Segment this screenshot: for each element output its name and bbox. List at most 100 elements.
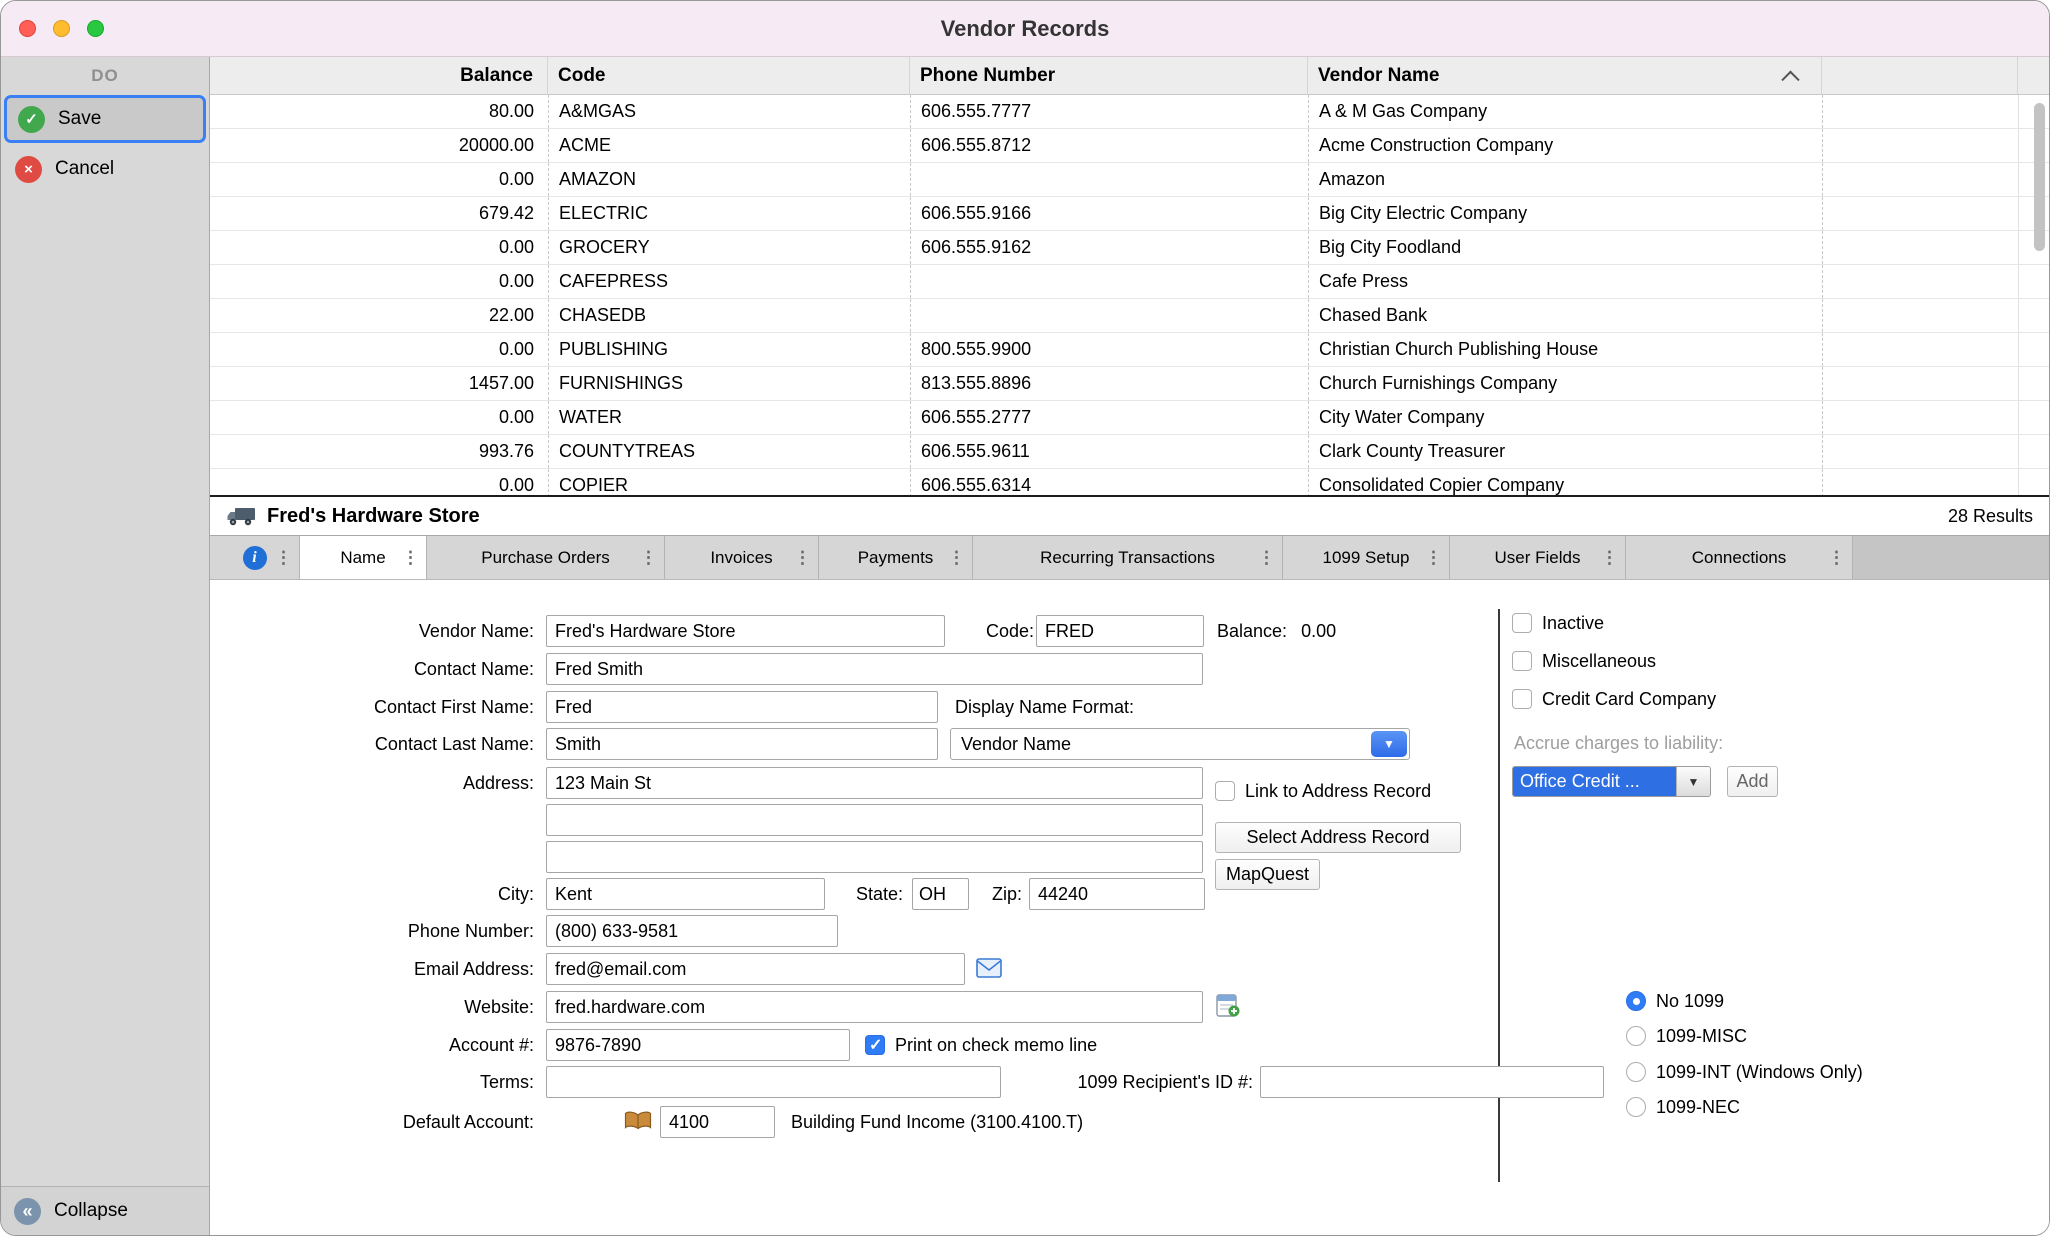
tab-menu-icon[interactable]: ⋮ [1828,548,1845,568]
cell-vendor-name: Amazon [1308,163,1822,196]
vertical-scrollbar-thumb[interactable] [2034,103,2045,251]
radio-1099-nec[interactable]: 1099-NEC [1626,1094,1740,1120]
column-header-phone[interactable]: Phone Number [910,57,1308,94]
cell-empty [1822,265,2018,298]
cell-empty [1822,367,2018,400]
collapse-button[interactable]: « Collapse [1,1186,209,1235]
tab-recurring-transactions[interactable]: Recurring Transactions ⋮ [973,536,1283,579]
minimize-button[interactable] [53,20,70,37]
cell-empty [1822,299,2018,332]
cell-vendor-name: Big City Foodland [1308,231,1822,264]
tab-strip: i ⋮ Name⋮Purchase Orders⋮Invoices⋮Paymen… [210,536,2049,580]
radio-icon [1626,1062,1646,1082]
info-icon: i [243,546,267,570]
cell-gutter [2018,401,2049,434]
tab-user-fields[interactable]: User Fields ⋮ [1450,536,1626,579]
results-count: 28 Results [1948,506,2033,527]
cell-empty [1822,469,2018,495]
column-header-vendor-name[interactable]: Vendor Name [1308,57,1822,94]
cell-balance: 80.00 [210,95,548,128]
cell-balance: 993.76 [210,435,548,468]
cell-code: COPIER [548,469,910,495]
tab-menu-icon[interactable]: ⋮ [1425,548,1442,568]
vendor-table-body: 80.00A&MGAS606.555.7777A & M Gas Company… [210,95,2049,495]
radio-icon [1626,991,1646,1011]
cell-balance: 679.42 [210,197,548,230]
tab-connections[interactable]: Connections ⋮ [1626,536,1853,579]
tab-label: Purchase Orders [481,548,610,568]
tab-menu-icon[interactable]: ⋮ [275,548,292,568]
cancel-button[interactable]: × Cancel [4,145,206,193]
cell-empty [1822,435,2018,468]
tab-label: Payments [858,548,934,568]
table-row[interactable]: 0.00GROCERY606.555.9162Big City Foodland [210,231,2049,265]
cell-vendor-name: A & M Gas Company [1308,95,1822,128]
cell-gutter [2018,333,2049,366]
column-header-balance[interactable]: Balance [210,57,548,94]
table-row[interactable]: 1457.00FURNISHINGS813.555.8896Church Fur… [210,367,2049,401]
radio-1099-misc[interactable]: 1099-MISC [1626,1023,1747,1049]
radio-1099-int-windows-only[interactable]: 1099-INT (Windows Only) [1626,1059,1863,1085]
cancel-label: Cancel [55,158,114,180]
cell-balance: 0.00 [210,265,548,298]
cell-vendor-name: Cafe Press [1308,265,1822,298]
radio-label: 1099-INT (Windows Only) [1656,1062,1863,1083]
close-button[interactable] [19,20,36,37]
cell-phone: 606.555.9166 [910,197,1308,230]
table-row[interactable]: 0.00CAFEPRESSCafe Press [210,265,2049,299]
tab-1099-setup[interactable]: 1099 Setup⋮ [1283,536,1450,579]
cell-vendor-name: Chased Bank [1308,299,1822,332]
window-title: Vendor Records [941,16,1110,42]
cell-vendor-name: Consolidated Copier Company [1308,469,1822,495]
table-row[interactable]: 22.00CHASEDBChased Bank [210,299,2049,333]
vendor-form: Vendor Name: Code: Balance: 0.00 Contact… [210,580,2049,1235]
zoom-button[interactable] [87,20,104,37]
tab-purchase-orders[interactable]: Purchase Orders ⋮ [427,536,665,579]
cell-phone: 606.555.7777 [910,95,1308,128]
tab-label: Recurring Transactions [1040,548,1215,568]
table-row[interactable]: 80.00A&MGAS606.555.7777A & M Gas Company [210,95,2049,129]
column-header-code[interactable]: Code [548,57,910,94]
table-row[interactable]: 20000.00ACME606.555.8712Acme Constructio… [210,129,2049,163]
tab-filler [1853,536,2049,579]
tab-invoices[interactable]: Invoices⋮ [665,536,819,579]
cell-balance: 1457.00 [210,367,548,400]
tab-menu-icon[interactable]: ⋮ [948,548,965,568]
tab-menu-icon[interactable]: ⋮ [402,548,419,568]
table-row[interactable]: 0.00PUBLISHING800.555.9900Christian Chur… [210,333,2049,367]
cell-code: WATER [548,401,910,434]
radio-group-1099: No 1099 1099-MISC 1099-INT (Windows Only) 1… [210,580,2049,1235]
cell-balance: 0.00 [210,231,548,264]
tab-menu-icon[interactable]: ⋮ [1258,548,1275,568]
cell-balance: 22.00 [210,299,548,332]
cell-gutter [2018,469,2049,495]
cell-phone: 606.555.8712 [910,129,1308,162]
cell-phone [910,163,1308,196]
cell-phone: 800.555.9900 [910,333,1308,366]
table-row[interactable]: 0.00WATER606.555.2777City Water Company [210,401,2049,435]
collapse-chevrons-icon: « [14,1198,41,1225]
cell-empty [1822,333,2018,366]
table-row[interactable]: 0.00AMAZON Amazon [210,163,2049,197]
cell-phone: 606.555.6314 [910,469,1308,495]
table-row[interactable]: 0.00COPIER606.555.6314Consolidated Copie… [210,469,2049,495]
cell-balance: 0.00 [210,163,548,196]
traffic-lights [19,1,104,56]
tab-label: User Fields [1495,548,1581,568]
cell-balance: 20000.00 [210,129,548,162]
tab-name[interactable]: Name⋮ [300,536,427,579]
table-row[interactable]: 679.42ELECTRIC606.555.9166Big City Elect… [210,197,2049,231]
tab-payments[interactable]: Payments ⋮ [819,536,973,579]
tab-menu-icon[interactable]: ⋮ [640,548,657,568]
save-button[interactable]: ✓ Save [4,95,206,143]
tab-info[interactable]: i ⋮ [210,536,300,579]
cell-code: FURNISHINGS [548,367,910,400]
save-check-icon: ✓ [18,106,45,133]
cell-phone: 606.555.9611 [910,435,1308,468]
cell-code: AMAZON [548,163,910,196]
tab-menu-icon[interactable]: ⋮ [1601,548,1618,568]
radio-no-1099[interactable]: No 1099 [1626,988,1724,1014]
tab-label: Connections [1692,548,1787,568]
table-row[interactable]: 993.76COUNTYTREAS606.555.9611Clark Count… [210,435,2049,469]
tab-menu-icon[interactable]: ⋮ [794,548,811,568]
